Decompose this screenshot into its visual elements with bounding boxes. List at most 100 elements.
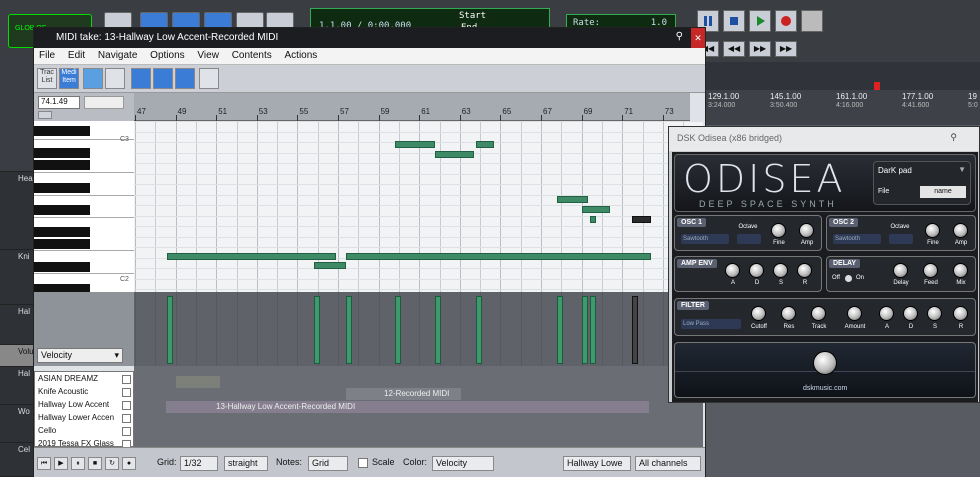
midi-note[interactable] [581,206,610,213]
pause-icon[interactable]: ⏸ [71,457,85,470]
daw-timeline-ruler[interactable]: 129.1.00 3:24.000 145.1.00 3:50.400 161.… [706,90,980,125]
daw-track[interactable]: Cel [0,443,34,477]
track-list-item[interactable]: ASIAN DREAMZ [38,374,120,386]
osc1-wave-select[interactable]: Sawtooth [681,234,729,244]
swing-select[interactable]: straight [224,456,268,471]
filter-amount-knob[interactable] [847,306,862,321]
amp-release-knob[interactable] [797,263,812,278]
black-key[interactable] [34,239,90,249]
menu-navigate[interactable]: Navigate [93,48,142,63]
track-visible-checkbox[interactable] [122,375,131,384]
close-button[interactable]: ✕ [691,28,705,48]
scroll-icon[interactable] [38,111,52,119]
osc1-octave-select[interactable] [737,234,761,244]
black-key[interactable] [34,160,90,170]
black-key[interactable] [34,183,90,193]
plugin-titlebar[interactable]: DSK Odisea (x86 bridged) ⚲ [669,127,979,151]
stop-button[interactable] [723,10,745,32]
track-visible-checkbox[interactable] [122,427,131,436]
amp-decay-knob[interactable] [749,263,764,278]
file-menu[interactable]: File [878,188,889,195]
velocity-bar[interactable] [632,296,639,364]
grid-select[interactable]: 1/32 [180,456,218,471]
menu-actions[interactable]: Actions [280,48,323,63]
daw-track[interactable]: Kni [0,250,34,305]
stop-icon[interactable]: ■ [88,457,102,470]
midi-note[interactable] [346,253,651,260]
daw-track[interactable]: Hal [0,367,34,405]
track-visible-checkbox[interactable] [122,414,131,423]
daw-track[interactable]: Hea [0,172,34,250]
amp-sustain-knob[interactable] [773,263,788,278]
download-icon[interactable] [199,68,219,89]
midi-note[interactable] [435,151,474,158]
midi-note[interactable] [632,216,651,223]
piano-keyboard[interactable]: C3 C2 [34,121,134,292]
midi-note[interactable] [557,196,588,203]
velocity-lane[interactable] [134,292,703,366]
go-end-button[interactable]: ▶▶ [775,41,797,57]
midi-arrange-lane[interactable]: 12-Recorded MIDI 13-Hallway Low Accent-R… [134,366,703,447]
menu-options[interactable]: Options [145,48,189,63]
preset-name[interactable]: DarK pad [878,166,912,175]
velocity-bar[interactable] [581,296,588,364]
go-start-icon[interactable]: ⏮ [37,457,51,470]
play-button[interactable] [749,10,771,32]
clip-13-hallway[interactable]: 13-Hallway Low Accent-Recorded MIDI [166,401,649,413]
rewind-button[interactable]: ◀◀ [723,41,745,57]
color-select[interactable]: Velocity [432,456,494,471]
filter-type-select[interactable]: Low Pass [681,319,741,329]
velocity-bar[interactable] [589,296,596,364]
pin-icon[interactable]: ⚲ [950,132,957,143]
midi-note[interactable] [394,141,436,148]
filter-track-knob[interactable] [811,306,826,321]
track-visible-checkbox[interactable] [122,388,131,397]
snap-icon[interactable] [131,68,151,89]
channel-select[interactable]: All channels [635,456,701,471]
clip-12-recorded-midi[interactable]: 12-Recorded MIDI [346,388,461,400]
track-list-item[interactable]: Hallway Low Accent [38,400,120,412]
delay-mix-knob[interactable] [953,263,968,278]
play-icon[interactable]: ▶ [54,457,68,470]
filter-res-knob[interactable] [781,306,796,321]
osc2-octave-select[interactable] [889,234,913,244]
midi-ruler[interactable]: 47 49 51 53 55 57 59 61 63 65 67 69 71 73 [134,93,690,121]
grid-icon[interactable] [153,68,173,89]
name-field[interactable]: name [920,186,966,198]
velocity-bar[interactable] [394,296,401,364]
black-key[interactable] [34,227,90,237]
record-icon[interactable]: ● [122,457,136,470]
track-list-button[interactable]: Trac List [37,68,57,89]
daw-track[interactable]: Wo [0,405,34,443]
midi-note[interactable] [589,216,596,223]
midi-note[interactable] [167,253,336,260]
loop-icon[interactable]: ↻ [105,457,119,470]
velocity-bar[interactable] [346,296,353,364]
osc1-fine-knob[interactable] [771,223,786,238]
velocity-bar[interactable] [557,296,564,364]
black-key[interactable] [34,262,90,272]
channel-track-select[interactable]: Hallway Lowe [563,456,631,471]
midi-editor-titlebar[interactable]: MIDI take: 13-Hallway Low Accent-Recorde… [34,28,705,48]
menu-view[interactable]: View [192,48,224,63]
midi-note[interactable] [313,262,347,269]
loop-button[interactable] [801,10,823,32]
chevron-down-icon[interactable]: ▼ [958,165,966,174]
forward-button[interactable]: ▶▶ [749,41,771,57]
menu-edit[interactable]: Edit [63,48,90,63]
black-key[interactable] [34,284,90,292]
osc1-amp-knob[interactable] [799,223,814,238]
menu-contents[interactable]: Contents [227,48,277,63]
velocity-bar[interactable] [435,296,442,364]
delay-toggle[interactable] [845,275,852,282]
track-list-item[interactable]: Knife Acoustic [38,387,120,399]
black-key[interactable] [34,205,90,215]
record-button[interactable] [775,10,797,32]
cc-lane-select[interactable]: Velocity ▾ [37,348,123,363]
daw-track[interactable]: Hal [0,305,34,345]
osc2-wave-select[interactable]: Sawtooth [833,234,881,244]
piano-roll-icon[interactable] [83,68,103,89]
pin-icon[interactable]: ⚲ [676,31,683,42]
osc2-fine-knob[interactable] [925,223,940,238]
velocity-bar[interactable] [167,296,174,364]
